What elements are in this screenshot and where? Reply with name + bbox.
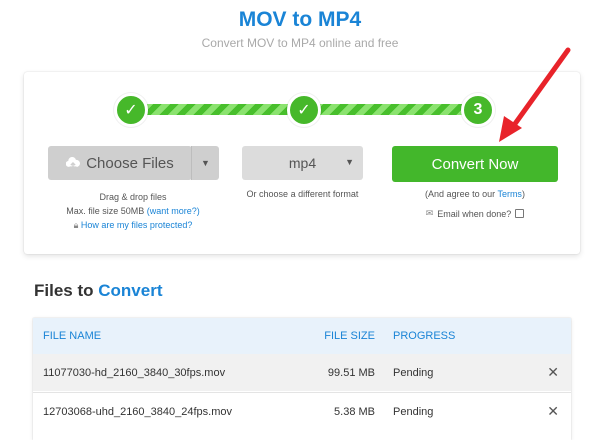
- terms-agreement: (And agree to our Terms): [392, 189, 558, 199]
- progress-cell: Pending: [393, 367, 434, 379]
- file-name-cell: 12703068-uhd_2160_3840_24fps.mov: [43, 406, 232, 418]
- terms-link[interactable]: Terms: [497, 189, 522, 199]
- max-size-line: Max. file size 50MB (want more?): [48, 204, 218, 218]
- remove-file-icon[interactable]: ✕: [547, 364, 559, 381]
- file-size-cell: 5.38 MB: [334, 406, 375, 418]
- caret-down-icon: ▼: [345, 157, 354, 167]
- format-select[interactable]: mp4 ▼: [242, 146, 363, 180]
- choose-files-button[interactable]: Choose Files: [48, 146, 192, 180]
- files-heading-part1: Files to: [34, 281, 94, 300]
- choose-files-label: Choose Files: [86, 154, 174, 172]
- column-file-size: FILE SIZE: [324, 330, 375, 342]
- format-selected-value: mp4: [288, 155, 317, 171]
- caret-down-icon: ▼: [201, 158, 210, 168]
- email-when-done-checkbox[interactable]: [515, 209, 525, 218]
- step-3-indicator: 3: [461, 93, 495, 127]
- step-2-complete-icon: ✓: [287, 93, 321, 127]
- column-progress: PROGRESS: [393, 330, 456, 342]
- lock-icon: 🔒︎: [73, 220, 79, 230]
- agree-prefix: (And agree to our: [425, 189, 498, 199]
- files-heading-part2: Convert: [98, 281, 163, 300]
- agree-suffix: ): [521, 189, 525, 199]
- table-row: 11077030-hd_2160_3840_30fps.mov 99.51 MB…: [33, 354, 571, 391]
- files-to-convert-heading: Files to Convert: [34, 281, 162, 301]
- file-size-cell: 99.51 MB: [327, 367, 375, 379]
- upload-info: Drag & drop files Max. file size 50MB (w…: [48, 190, 218, 218]
- page-title: MOV to MP4: [238, 8, 362, 31]
- column-file-name: FILE NAME: [43, 330, 102, 342]
- table-row: 12703068-uhd_2160_3840_24fps.mov 5.38 MB…: [33, 392, 571, 430]
- max-size-text: Max. file size 50MB: [66, 206, 145, 216]
- file-name-cell: 11077030-hd_2160_3840_30fps.mov: [43, 367, 226, 379]
- files-protected-link[interactable]: How are my files protected?: [81, 220, 193, 230]
- remove-file-icon[interactable]: ✕: [547, 403, 559, 420]
- cloud-upload-icon: [66, 157, 81, 169]
- want-more-link[interactable]: (want more?): [147, 206, 200, 216]
- convert-now-label: Convert Now: [431, 155, 519, 173]
- email-when-done-label: Email when done?: [437, 208, 512, 219]
- format-hint-text: Or choose a different format: [246, 189, 359, 199]
- progress-cell: Pending: [393, 406, 434, 418]
- converter-panel: ✓ ✓ 3 Choose Files ▼ Drag & drop files M…: [24, 72, 580, 254]
- files-table-header: FILE NAME FILE SIZE PROGRESS: [33, 318, 571, 354]
- envelope-icon: ✉: [425, 208, 434, 218]
- files-protected-line[interactable]: 🔒︎ How are my files protected?: [48, 220, 218, 231]
- email-when-done-option[interactable]: ✉ Email when done?: [392, 208, 558, 219]
- choose-files-dropdown-toggle[interactable]: ▼: [191, 146, 219, 180]
- files-table: FILE NAME FILE SIZE PROGRESS 11077030-hd…: [33, 318, 571, 440]
- step-1-complete-icon: ✓: [114, 93, 148, 127]
- convert-now-button[interactable]: Convert Now: [392, 146, 558, 182]
- page-subtitle: Convert MOV to MP4 online and free: [201, 36, 399, 50]
- drag-drop-text: Drag & drop files: [99, 192, 167, 202]
